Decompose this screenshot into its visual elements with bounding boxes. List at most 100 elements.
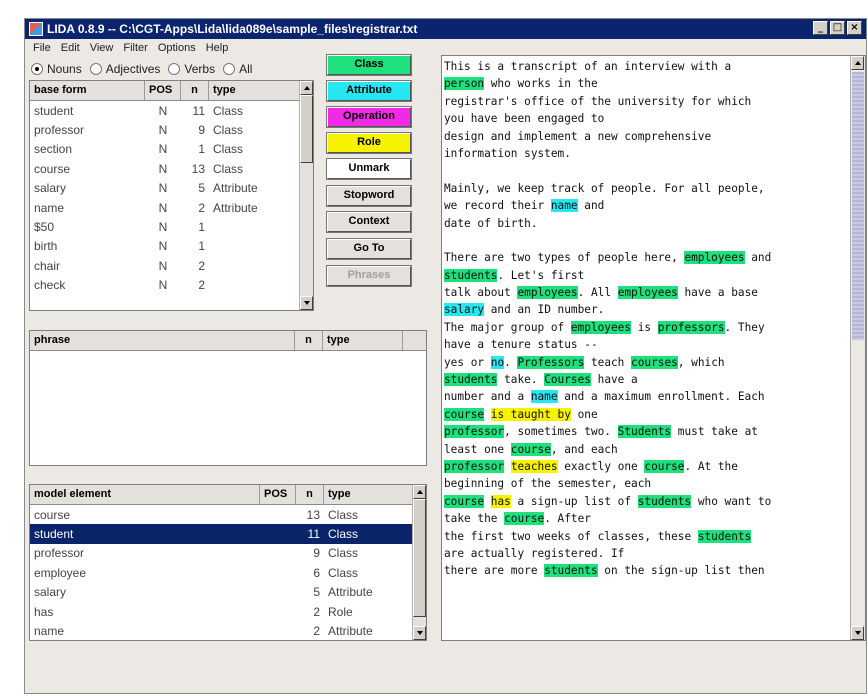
marked-class-word[interactable]: students [444, 268, 498, 282]
table-row[interactable]: chair N 2 [30, 256, 313, 275]
menu-view[interactable]: View [85, 42, 119, 54]
marked-class-word[interactable]: course [510, 442, 551, 456]
menu-filter[interactable]: Filter [118, 42, 152, 54]
table-row[interactable]: salary N 5 Attribute [30, 179, 313, 198]
table-row[interactable]: salary 5 Attribute [30, 583, 426, 602]
unmark-button[interactable]: Unmark [326, 158, 412, 180]
marked-class-word[interactable]: course [644, 459, 685, 473]
attribute-button[interactable]: Attribute [326, 80, 412, 102]
context-button[interactable]: Context [326, 211, 412, 233]
maximize-icon[interactable]: □ [830, 21, 845, 35]
scroll-thumb[interactable] [300, 95, 313, 163]
phrases-button[interactable]: Phrases [326, 265, 412, 287]
menu-help[interactable]: Help [201, 42, 234, 54]
marked-class-word[interactable]: employees [684, 251, 745, 265]
title-bar[interactable]: LIDA 0.8.9 -- C:\CGT-Apps\Lida\lida089e\… [25, 19, 866, 39]
table-row[interactable]: section N 1 Class [30, 140, 313, 159]
marked-attribute-word[interactable]: no [490, 355, 505, 369]
document-text-panel[interactable]: This is a transcript of an interview wit… [441, 55, 866, 641]
class-button[interactable]: Class [326, 54, 412, 76]
scroll-thumb[interactable] [852, 72, 864, 340]
marked-class-word[interactable]: Professors [517, 355, 585, 369]
table-row[interactable]: employee 6 Class [30, 563, 426, 582]
table-row[interactable]: check N 2 [30, 276, 313, 295]
marked-class-word[interactable]: employees [517, 286, 578, 300]
scroll-up-icon[interactable] [300, 81, 313, 95]
scroll-down-icon[interactable] [300, 296, 313, 310]
header-model-element[interactable]: model element [30, 485, 260, 504]
radio-nouns[interactable]: Nouns [31, 62, 82, 76]
header-pos[interactable]: POS [260, 485, 296, 504]
scroll-thumb[interactable] [413, 499, 426, 617]
marked-class-word[interactable]: course [504, 512, 545, 526]
radio-adjectives[interactable]: Adjectives [89, 62, 160, 76]
header-base-form[interactable]: base form [30, 81, 145, 100]
table-row[interactable]: name 2 Attribute [30, 621, 426, 640]
header-type[interactable]: type [323, 331, 403, 350]
table-row[interactable]: birth N 1 [30, 237, 313, 256]
scroll-up-icon[interactable] [413, 485, 426, 499]
marked-class-word[interactable]: Courses [544, 373, 591, 387]
table-row[interactable]: $50 N 1 [30, 217, 313, 236]
marked-class-word[interactable]: Students [617, 425, 672, 439]
marked-class-word[interactable]: employees [617, 286, 678, 300]
words-scrollbar[interactable] [299, 81, 313, 310]
marked-class-word[interactable]: professors [657, 320, 725, 334]
header-n[interactable]: n [181, 81, 209, 100]
stopword-button[interactable]: Stopword [326, 185, 412, 207]
marked-class-word[interactable]: courses [631, 355, 678, 369]
table-row[interactable]: professor 9 Class [30, 544, 426, 563]
marked-class-word[interactable]: course [444, 494, 485, 508]
table-row[interactable]: professor N 9 Class [30, 120, 313, 139]
text-segment: you have been engaged to [444, 112, 605, 126]
menu-edit[interactable]: Edit [56, 42, 85, 54]
header-n[interactable]: n [295, 331, 323, 350]
marked-attribute-word[interactable]: name [550, 199, 578, 213]
marked-role-word[interactable]: has [490, 494, 511, 508]
table-row[interactable]: name N 2 Attribute [30, 198, 313, 217]
radio-all[interactable]: All [223, 62, 252, 76]
marked-class-word[interactable]: students [697, 529, 752, 543]
minimize-icon[interactable]: _ [813, 21, 828, 35]
marked-class-word[interactable]: professor [444, 425, 505, 439]
marked-attribute-word[interactable]: name [530, 390, 558, 404]
marked-class-word[interactable]: employees [570, 320, 632, 334]
go-to-button[interactable]: Go To [326, 238, 412, 260]
menu-options[interactable]: Options [153, 42, 201, 54]
table-row[interactable]: has 2 Role [30, 602, 426, 621]
marked-class-word[interactable]: person [444, 77, 485, 91]
cell-pos: N [158, 278, 168, 293]
marked-class-word[interactable]: students [637, 494, 692, 508]
scroll-down-icon[interactable] [851, 626, 864, 640]
marked-role-word[interactable]: is taught by [490, 407, 571, 421]
header-phrase[interactable]: phrase [30, 331, 295, 350]
scroll-down-icon[interactable] [413, 626, 426, 640]
marked-class-word[interactable]: professor [444, 459, 505, 473]
table-row[interactable]: course 13 Class [30, 505, 426, 524]
table-row[interactable]: student 11 Class [30, 524, 426, 544]
radio-verbs[interactable]: Verbs [168, 62, 215, 76]
document-text[interactable]: This is a transcript of an interview wit… [444, 58, 846, 580]
marked-attribute-word[interactable]: salary [444, 303, 485, 317]
table-row[interactable]: course N 13 Class [30, 159, 313, 178]
header-pos[interactable]: POS [145, 81, 181, 100]
menu-file[interactable]: File [28, 42, 56, 54]
header-n[interactable]: n [296, 485, 324, 504]
header-type[interactable]: type [324, 485, 414, 504]
role-button[interactable]: Role [326, 132, 412, 154]
table-row[interactable]: student N 11 Class [30, 101, 313, 120]
marked-class-word[interactable]: course [444, 407, 485, 421]
header-type[interactable]: type [209, 81, 300, 100]
marked-class-word[interactable]: students [544, 564, 598, 578]
text-line: beginning of the semester, each [444, 475, 846, 492]
marked-role-word[interactable]: teaches [510, 459, 558, 473]
close-icon[interactable]: × [847, 21, 862, 35]
operation-button[interactable]: Operation [326, 106, 412, 128]
cell-pos: N [158, 181, 168, 196]
cell-type: Class [328, 565, 359, 580]
text-scrollbar[interactable] [850, 56, 865, 640]
marked-class-word[interactable]: students [444, 373, 498, 387]
app-icon [29, 22, 43, 36]
model-scrollbar[interactable] [412, 485, 426, 640]
scroll-up-icon[interactable] [851, 56, 864, 70]
